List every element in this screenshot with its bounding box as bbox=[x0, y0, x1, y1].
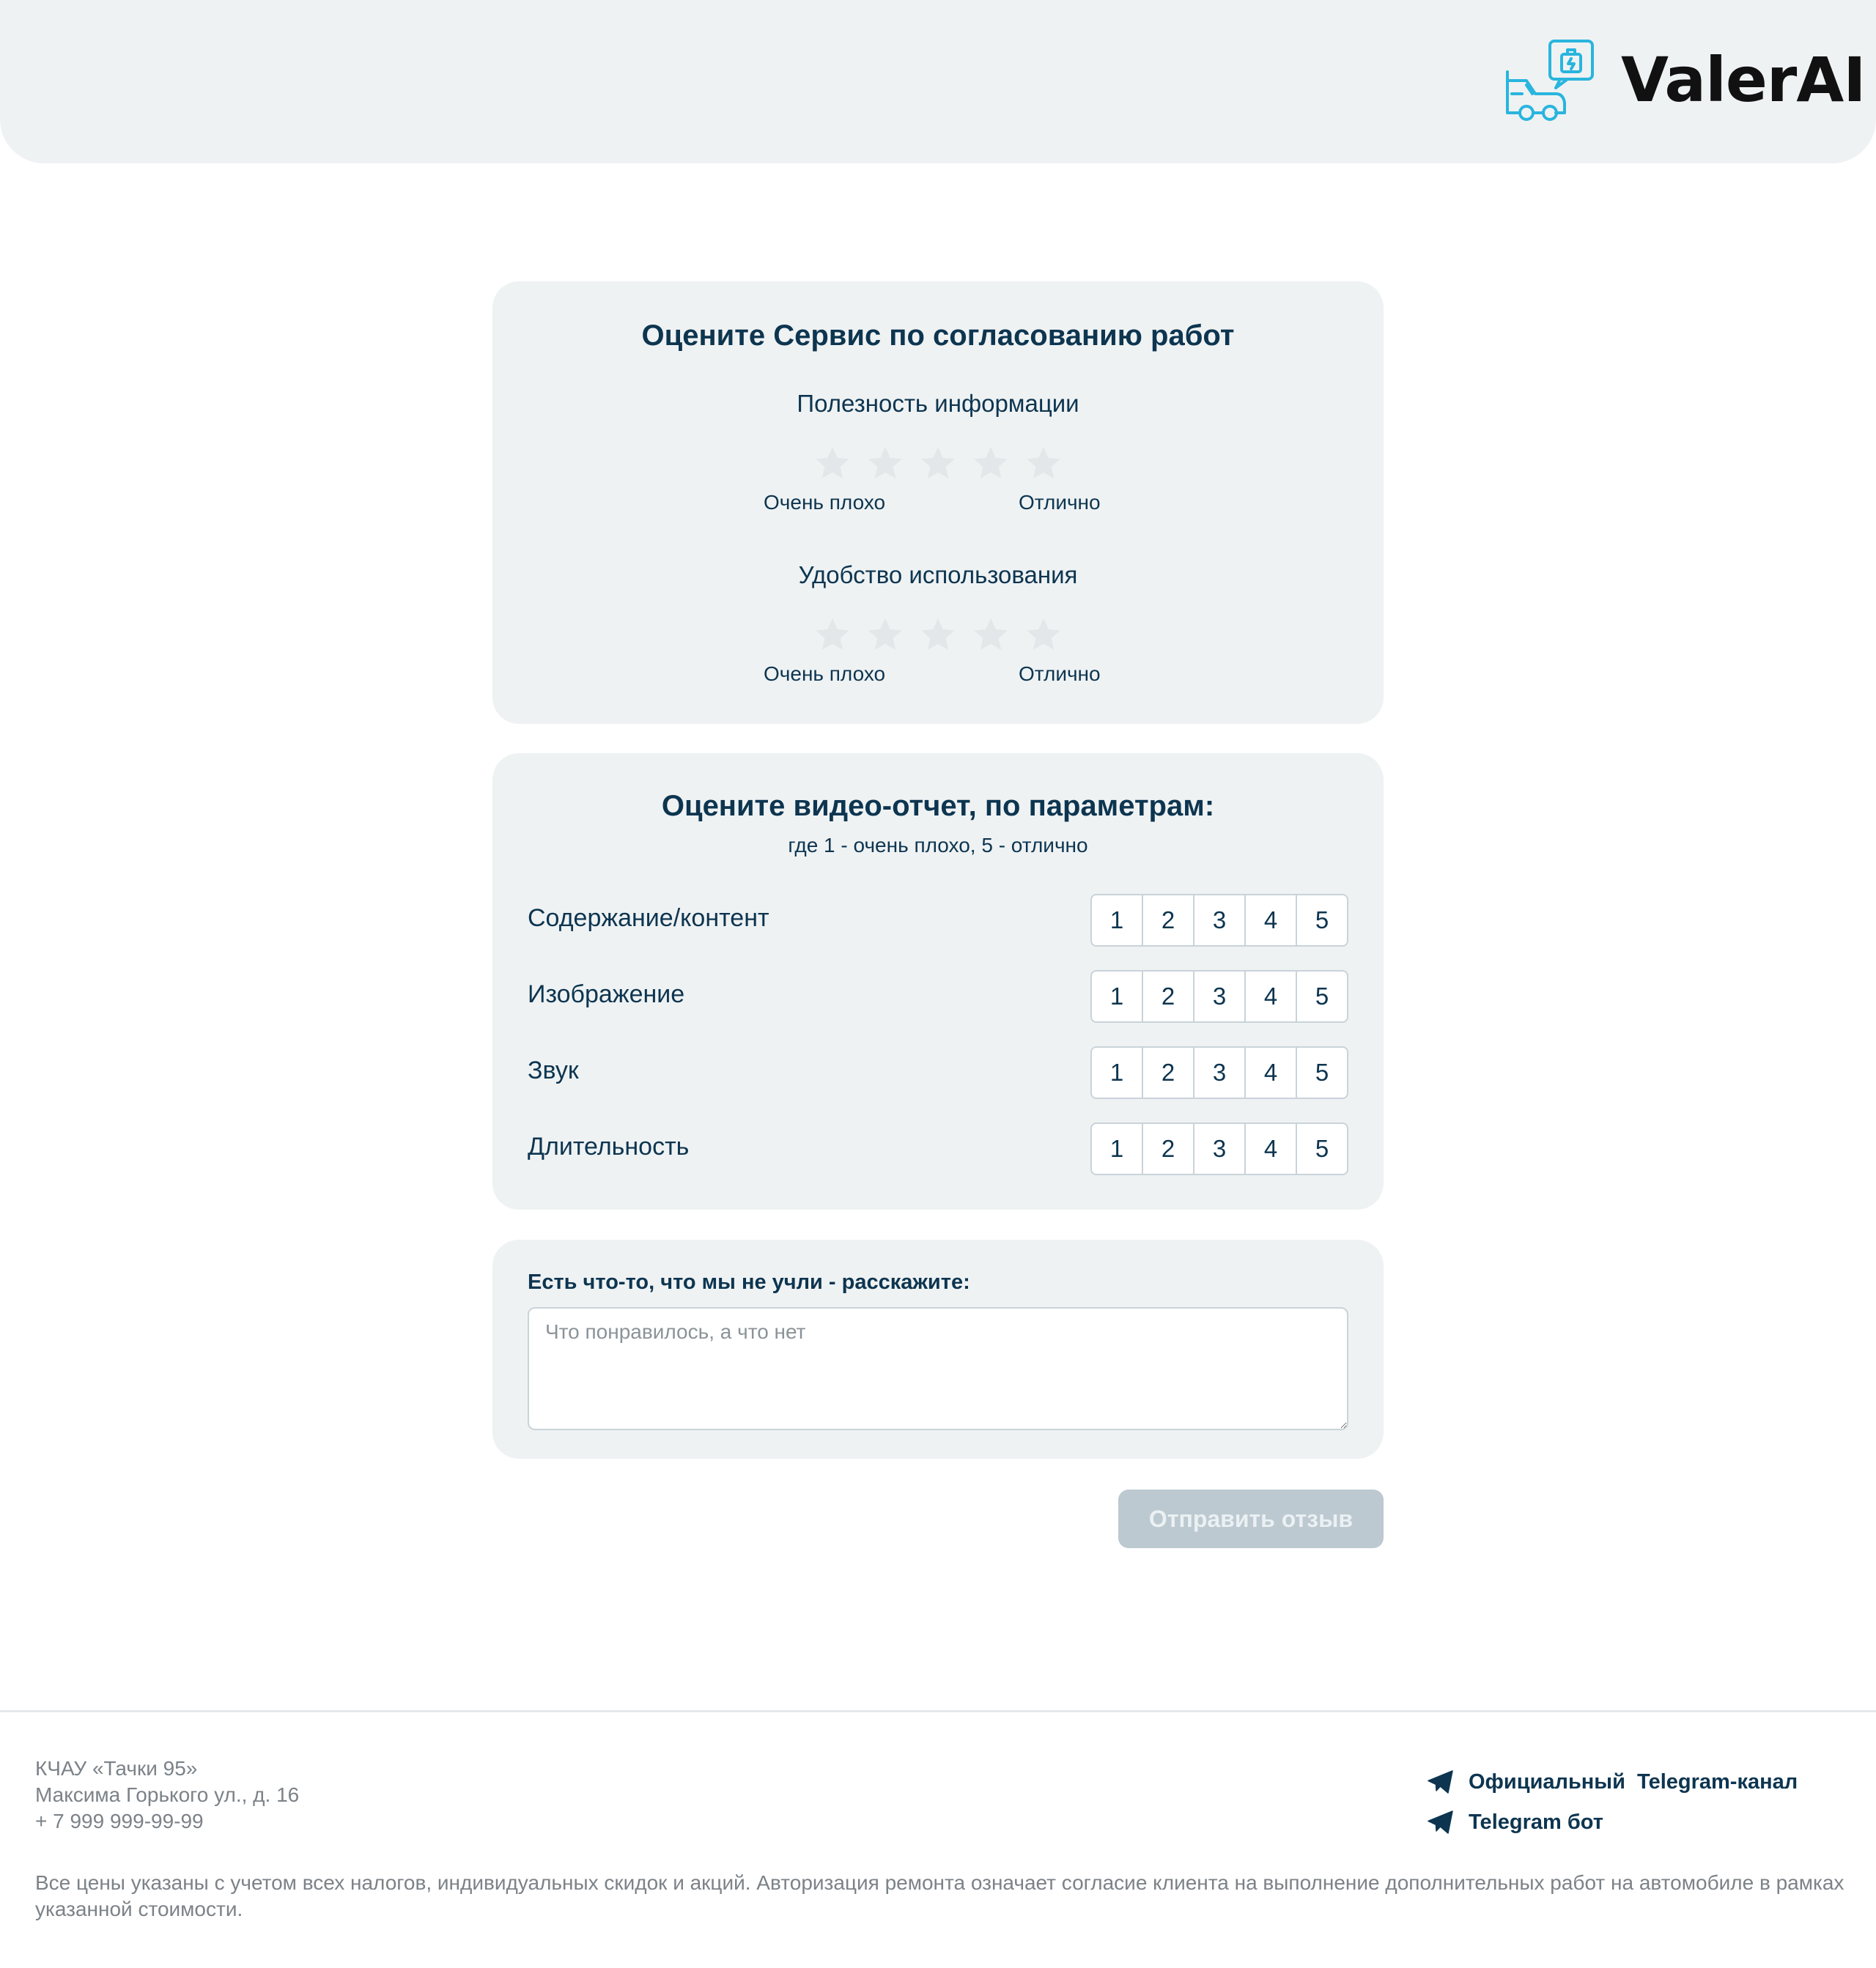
image-rating-4[interactable]: 4 bbox=[1246, 972, 1297, 1021]
submit-feedback-button[interactable]: Отправить отзыв bbox=[1118, 1490, 1384, 1548]
image-rating: 1 2 3 4 5 bbox=[1090, 970, 1348, 1023]
usability-label: Удобство использования bbox=[798, 561, 1078, 588]
usefulness-star-2[interactable] bbox=[866, 444, 904, 482]
video-report-title: Оцените видео-отчет, по параметрам: bbox=[661, 790, 1215, 822]
image-rating-3[interactable]: 3 bbox=[1194, 972, 1246, 1021]
duration-rating-3[interactable]: 3 bbox=[1194, 1124, 1246, 1174]
duration-rating: 1 2 3 4 5 bbox=[1090, 1122, 1348, 1175]
telegram-bot-label: Telegram бот bbox=[1469, 1810, 1603, 1834]
sound-rating-4[interactable]: 4 bbox=[1246, 1048, 1297, 1098]
footer-disclaimer: Все цены указаны с учетом всех налогов, … bbox=[35, 1871, 1844, 1920]
image-rating-5[interactable]: 5 bbox=[1297, 972, 1347, 1021]
telegram-bot-link[interactable]: Telegram бот bbox=[1428, 1808, 1603, 1837]
content-rating-4[interactable]: 4 bbox=[1246, 895, 1297, 945]
duration-row-label: Длительность bbox=[528, 1133, 690, 1161]
content-rating-3[interactable]: 3 bbox=[1194, 895, 1246, 945]
video-report-card: Оцените видео-отчет, по параметрам: где … bbox=[492, 753, 1384, 1210]
telegram-icon bbox=[1428, 1770, 1453, 1794]
usability-high-label: Отлично bbox=[1019, 662, 1101, 685]
footer-address: Максима Горького ул., д. 16 bbox=[35, 1783, 300, 1806]
video-report-subtitle: где 1 - очень плохо, 5 - отлично bbox=[788, 834, 1088, 857]
sound-rating: 1 2 3 4 5 bbox=[1090, 1046, 1348, 1099]
sound-row-label: Звук bbox=[528, 1057, 579, 1084]
duration-rating-2[interactable]: 2 bbox=[1143, 1124, 1194, 1174]
sound-rating-2[interactable]: 2 bbox=[1143, 1048, 1194, 1098]
content-rating: 1 2 3 4 5 bbox=[1090, 894, 1348, 947]
sound-rating-1[interactable]: 1 bbox=[1092, 1048, 1143, 1098]
footer-company: КЧАУ «Тачки 95» bbox=[35, 1757, 198, 1780]
content-rating-5[interactable]: 5 bbox=[1297, 895, 1347, 945]
footer-phone: + 7 999 999-99-99 bbox=[35, 1810, 204, 1832]
image-row-label: Изображение bbox=[528, 980, 685, 1008]
car-service-chat-icon bbox=[1506, 40, 1594, 121]
usefulness-low-label: Очень плохо bbox=[764, 491, 886, 514]
sound-rating-3[interactable]: 3 bbox=[1194, 1048, 1246, 1098]
usability-stars bbox=[813, 615, 1077, 656]
footer-divider bbox=[0, 1710, 1876, 1712]
comment-card: Есть что-то, что мы не учли - расскажите… bbox=[492, 1240, 1384, 1459]
comment-textarea[interactable] bbox=[528, 1307, 1348, 1430]
brand-name: ValerAI bbox=[1621, 44, 1866, 116]
usefulness-star-4[interactable] bbox=[972, 444, 1010, 482]
content-row-label: Содержание/контент bbox=[528, 904, 769, 932]
usability-star-1[interactable] bbox=[813, 615, 852, 654]
usefulness-star-5[interactable] bbox=[1024, 444, 1063, 482]
service-rating-card: Оцените Сервис по согласованию работ Пол… bbox=[492, 281, 1384, 724]
content-rating-2[interactable]: 2 bbox=[1143, 895, 1194, 945]
header: ValerAI bbox=[0, 0, 1876, 163]
usefulness-label: Полезность информации bbox=[797, 390, 1079, 417]
usability-star-4[interactable] bbox=[972, 615, 1010, 654]
usefulness-star-1[interactable] bbox=[813, 444, 852, 482]
usability-low-label: Очень плохо bbox=[764, 662, 886, 685]
service-rating-title: Оцените Сервис по согласованию работ bbox=[641, 319, 1235, 352]
content-rating-1[interactable]: 1 bbox=[1092, 895, 1143, 945]
telegram-channel-label: Официальный Telegram-канал bbox=[1469, 1769, 1798, 1794]
usefulness-star-3[interactable] bbox=[919, 444, 957, 482]
duration-rating-4[interactable]: 4 bbox=[1246, 1124, 1297, 1174]
usability-star-3[interactable] bbox=[919, 615, 957, 654]
usefulness-high-label: Отлично bbox=[1019, 491, 1101, 514]
image-rating-2[interactable]: 2 bbox=[1143, 972, 1194, 1021]
comment-label: Есть что-то, что мы не учли - расскажите… bbox=[528, 1270, 970, 1294]
duration-rating-5[interactable]: 5 bbox=[1297, 1124, 1347, 1174]
usability-star-2[interactable] bbox=[866, 615, 904, 654]
usefulness-stars bbox=[813, 444, 1077, 485]
telegram-icon bbox=[1428, 1810, 1453, 1834]
usability-star-5[interactable] bbox=[1024, 615, 1063, 654]
duration-rating-1[interactable]: 1 bbox=[1092, 1124, 1143, 1174]
image-rating-1[interactable]: 1 bbox=[1092, 972, 1143, 1021]
telegram-channel-link[interactable]: Официальный Telegram-канал bbox=[1428, 1767, 1798, 1797]
sound-rating-5[interactable]: 5 bbox=[1297, 1048, 1347, 1098]
